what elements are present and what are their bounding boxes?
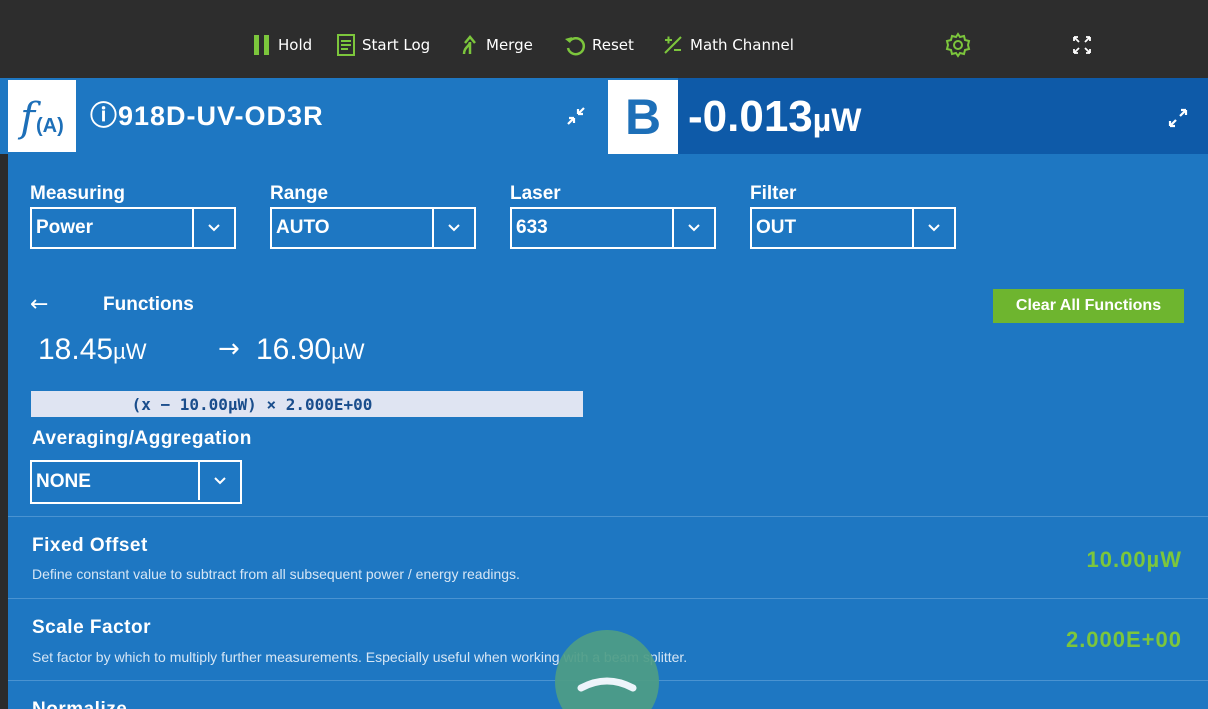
chevron-down-icon (912, 209, 954, 247)
function-output-value: 16.90µW (256, 333, 365, 367)
filter-label: Filter (750, 183, 797, 204)
fullscreen-icon (1071, 34, 1093, 56)
math-channel-button[interactable]: Math Channel (662, 30, 794, 60)
chevron-down-icon (672, 209, 714, 247)
chevron-down-icon (192, 209, 234, 247)
normalize-title: Normalize (32, 699, 127, 709)
range-group: Range AUTO (270, 183, 476, 249)
log-icon (336, 34, 356, 56)
reset-label: Reset (592, 36, 634, 54)
function-channel-badge: f (A) (8, 80, 76, 152)
fixed-offset-value[interactable]: 10.00µW (1087, 547, 1183, 573)
laser-select[interactable]: 633 (510, 207, 716, 249)
formula-text: (x − 10.00µW) × 2.000E+00 (131, 394, 373, 414)
measuring-group: Measuring Power (30, 183, 236, 249)
start-log-label: Start Log (362, 36, 431, 54)
reset-icon (564, 34, 586, 56)
range-select[interactable]: AUTO (270, 207, 476, 249)
start-log-button[interactable]: Start Log (336, 30, 430, 60)
range-label: Range (270, 183, 329, 204)
chevron-down-icon (198, 462, 240, 500)
top-toolbar: Hold Start Log Merge Reset Math Channel (0, 0, 1208, 78)
merge-label: Merge (486, 36, 533, 54)
range-value: AUTO (276, 217, 330, 238)
output-unit: µW (331, 339, 365, 364)
hold-button[interactable]: Hold (252, 30, 312, 60)
filter-group: Filter OUT (750, 183, 956, 249)
measuring-label: Measuring (30, 183, 126, 204)
merge-icon (460, 34, 480, 56)
math-icon (662, 34, 684, 56)
averaging-label: Averaging/Aggregation (32, 428, 252, 449)
output-value: 16.90 (256, 333, 332, 366)
fixed-offset-description: Define constant value to subtract from a… (32, 566, 520, 582)
chevron-down-icon (432, 209, 474, 247)
settings-icon (945, 32, 971, 58)
math-channel-label: Math Channel (690, 36, 794, 54)
chevron-up-icon (577, 672, 637, 701)
expand-button[interactable] (1166, 106, 1190, 130)
expand-icon (1166, 108, 1190, 134)
laser-label: Laser (510, 183, 561, 204)
function-channel-label: (A) (36, 115, 64, 137)
fixed-offset-title: Fixed Offset (32, 535, 148, 556)
merge-button[interactable]: Merge (460, 30, 533, 60)
input-value: 18.45 (38, 333, 114, 366)
fullscreen-button[interactable] (1071, 30, 1099, 60)
averaging-value: NONE (36, 471, 91, 492)
clear-all-functions-button[interactable]: Clear All Functions (993, 289, 1184, 323)
reading-unit: µW (812, 102, 862, 138)
function-symbol: f (20, 95, 36, 141)
channel-b-label: B (624, 89, 662, 145)
settings-button[interactable] (945, 30, 977, 60)
fixed-offset-row[interactable]: Fixed Offset Define constant value to su… (8, 516, 1208, 598)
scale-factor-title: Scale Factor (32, 617, 151, 638)
input-unit: µW (113, 339, 147, 364)
reading-value: -0.013 (688, 92, 813, 141)
functions-title: Functions (103, 294, 194, 315)
channel-b-badge: B (608, 80, 678, 154)
channel-b-reading: -0.013µW (688, 92, 861, 142)
function-input-value: 18.45µW (38, 333, 147, 367)
hold-label: Hold (278, 36, 313, 54)
filter-select[interactable]: OUT (750, 207, 956, 249)
arrow-right-icon: → (218, 334, 240, 364)
laser-value: 633 (516, 217, 548, 238)
measuring-select[interactable]: Power (30, 207, 236, 249)
pause-icon (252, 34, 272, 56)
measuring-value: Power (36, 217, 94, 238)
filter-value: OUT (756, 217, 797, 238)
averaging-select[interactable]: NONE (30, 460, 242, 504)
collapse-button[interactable] (564, 104, 588, 128)
collapse-icon (564, 107, 588, 132)
device-name: ⓘ918D-UV-OD3R (90, 101, 324, 131)
scale-factor-value[interactable]: 2.000E+00 (1066, 627, 1182, 653)
reset-button[interactable]: Reset (564, 30, 634, 60)
laser-group: Laser 633 (510, 183, 716, 249)
back-arrow-icon[interactable]: ← (30, 292, 48, 317)
function-formula: (x − 10.00µW) × 2.000E+00 (31, 391, 583, 417)
